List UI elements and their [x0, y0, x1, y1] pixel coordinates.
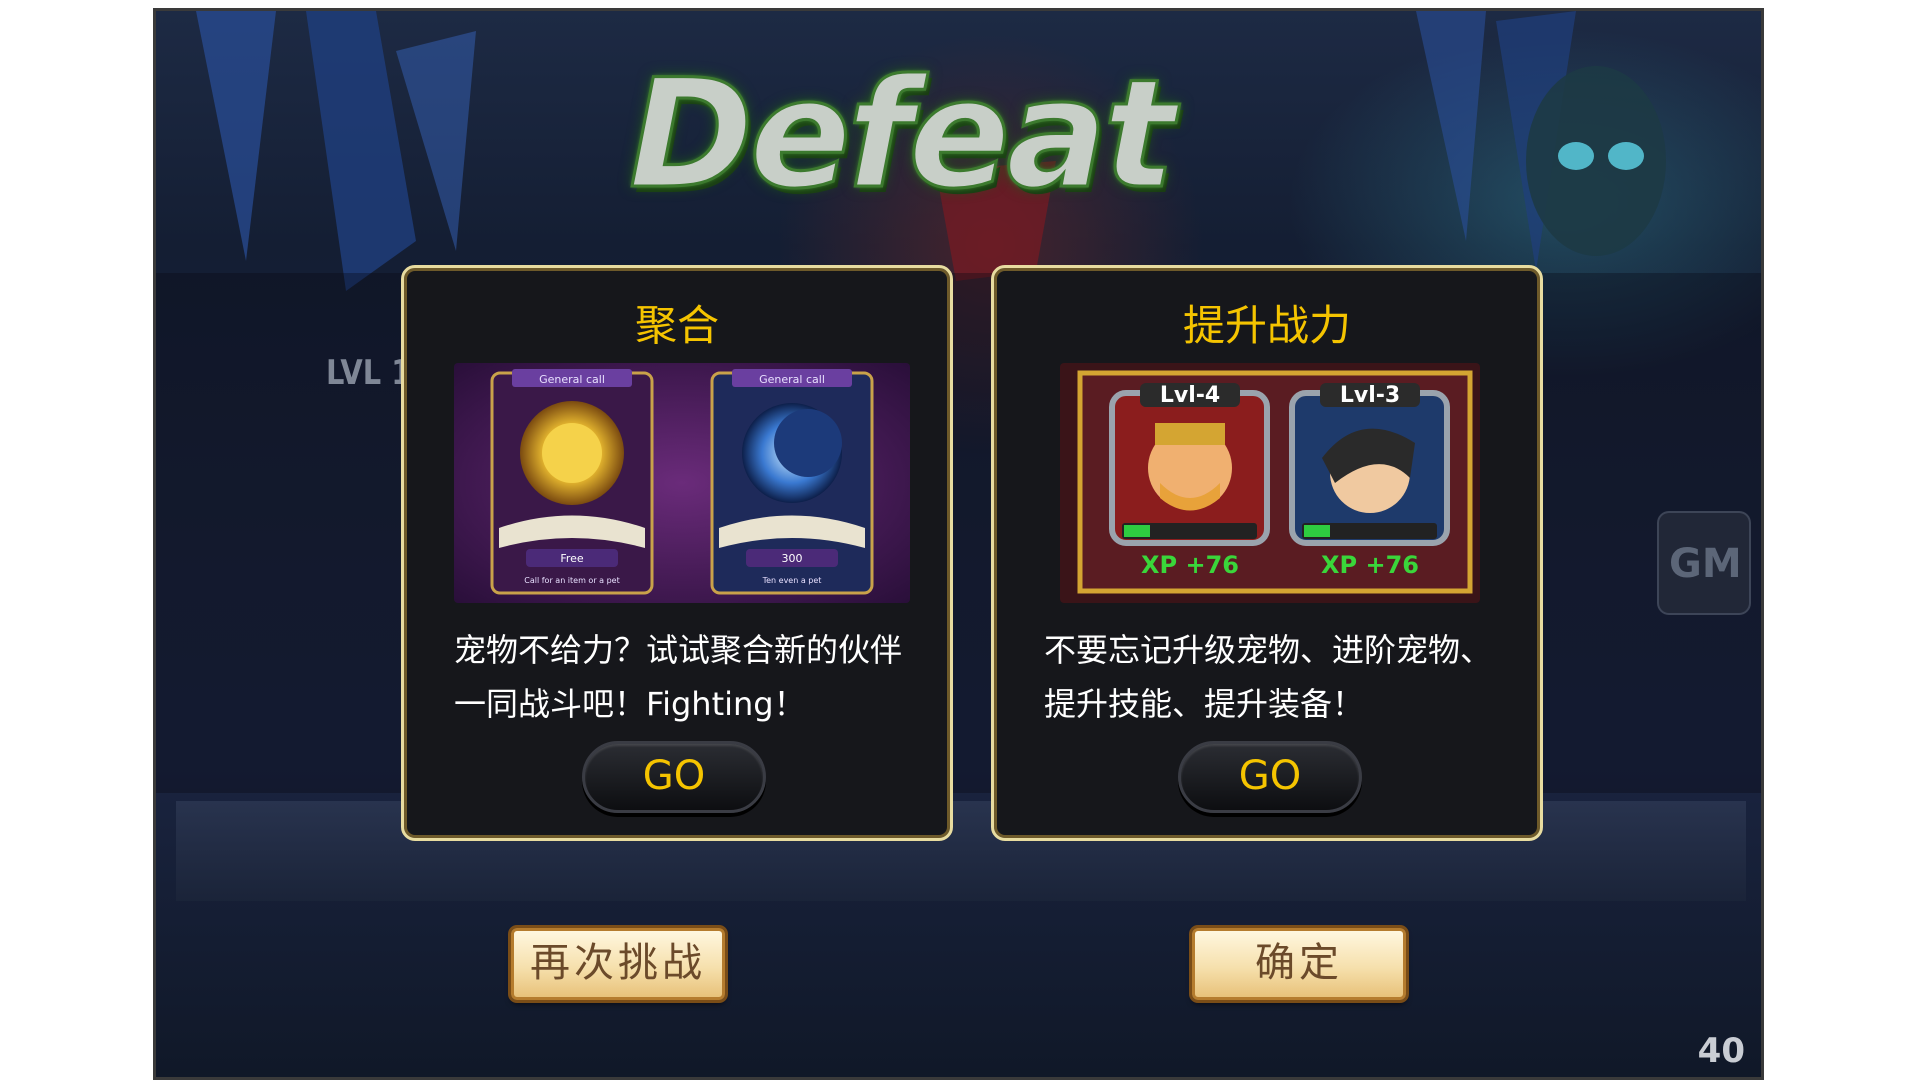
free-card-badge: Free: [560, 552, 584, 565]
summon-panel: 聚合 General call Free Call for an item or…: [401, 265, 953, 841]
paid-card-badge: 300: [782, 552, 803, 565]
free-summon-card: General call Free Call for an item or a …: [490, 369, 654, 595]
hero-2-xp-fill: [1304, 525, 1330, 537]
summon-panel-text: 宠物不给力？试试聚合新的伙伴一同战斗吧！Fighting！: [454, 631, 903, 723]
free-card-caption: Call for an item or a pet: [524, 576, 619, 585]
defeat-title: Defeat: [627, 48, 1176, 222]
heroes-xp-art: Lvl-4 XP +76 Lvl-3 XP +76: [1060, 363, 1480, 603]
power-panel-text: 不要忘记升级宠物、进阶宠物、提升技能、提升装备！: [1044, 631, 1493, 723]
level-label: LVL 1: [326, 353, 412, 393]
paid-card-caption: Ten even a pet: [762, 576, 822, 585]
free-card-header: General call: [539, 373, 605, 386]
summon-panel-title: 聚合: [634, 301, 719, 350]
power-panel: 提升战力 Lvl-4 XP +76 Lvl-3 XP +76 不要忘记升级宠物、…: [991, 265, 1543, 841]
gm-label: GM: [1669, 541, 1742, 587]
summon-cards-image: General call Free Call for an item or a …: [454, 363, 910, 603]
summon-go-button[interactable]: GO: [582, 741, 766, 813]
paid-card-header: General call: [759, 373, 825, 386]
paid-summon-card: General call 300 Ten even a pet: [710, 369, 874, 595]
summon-cards-art: General call Free Call for an item or a …: [454, 363, 910, 603]
frame-counter: 40: [1697, 1031, 1745, 1071]
hero-1-level: Lvl-4: [1160, 383, 1220, 408]
retry-challenge-button[interactable]: 再次挑战: [511, 928, 725, 1000]
hero-1-xp: XP +76: [1141, 551, 1239, 579]
heroes-xp-image: Lvl-4 XP +76 Lvl-3 XP +76: [1060, 363, 1480, 603]
hero-2-xp: XP +76: [1321, 551, 1419, 579]
power-go-button[interactable]: GO: [1178, 741, 1362, 813]
confirm-button[interactable]: 确定: [1192, 928, 1406, 1000]
hero-2-level: Lvl-3: [1340, 383, 1400, 408]
hero-1-xp-fill: [1124, 525, 1150, 537]
power-panel-title: 提升战力: [1182, 301, 1351, 350]
gm-button[interactable]: GM: [1657, 511, 1751, 615]
